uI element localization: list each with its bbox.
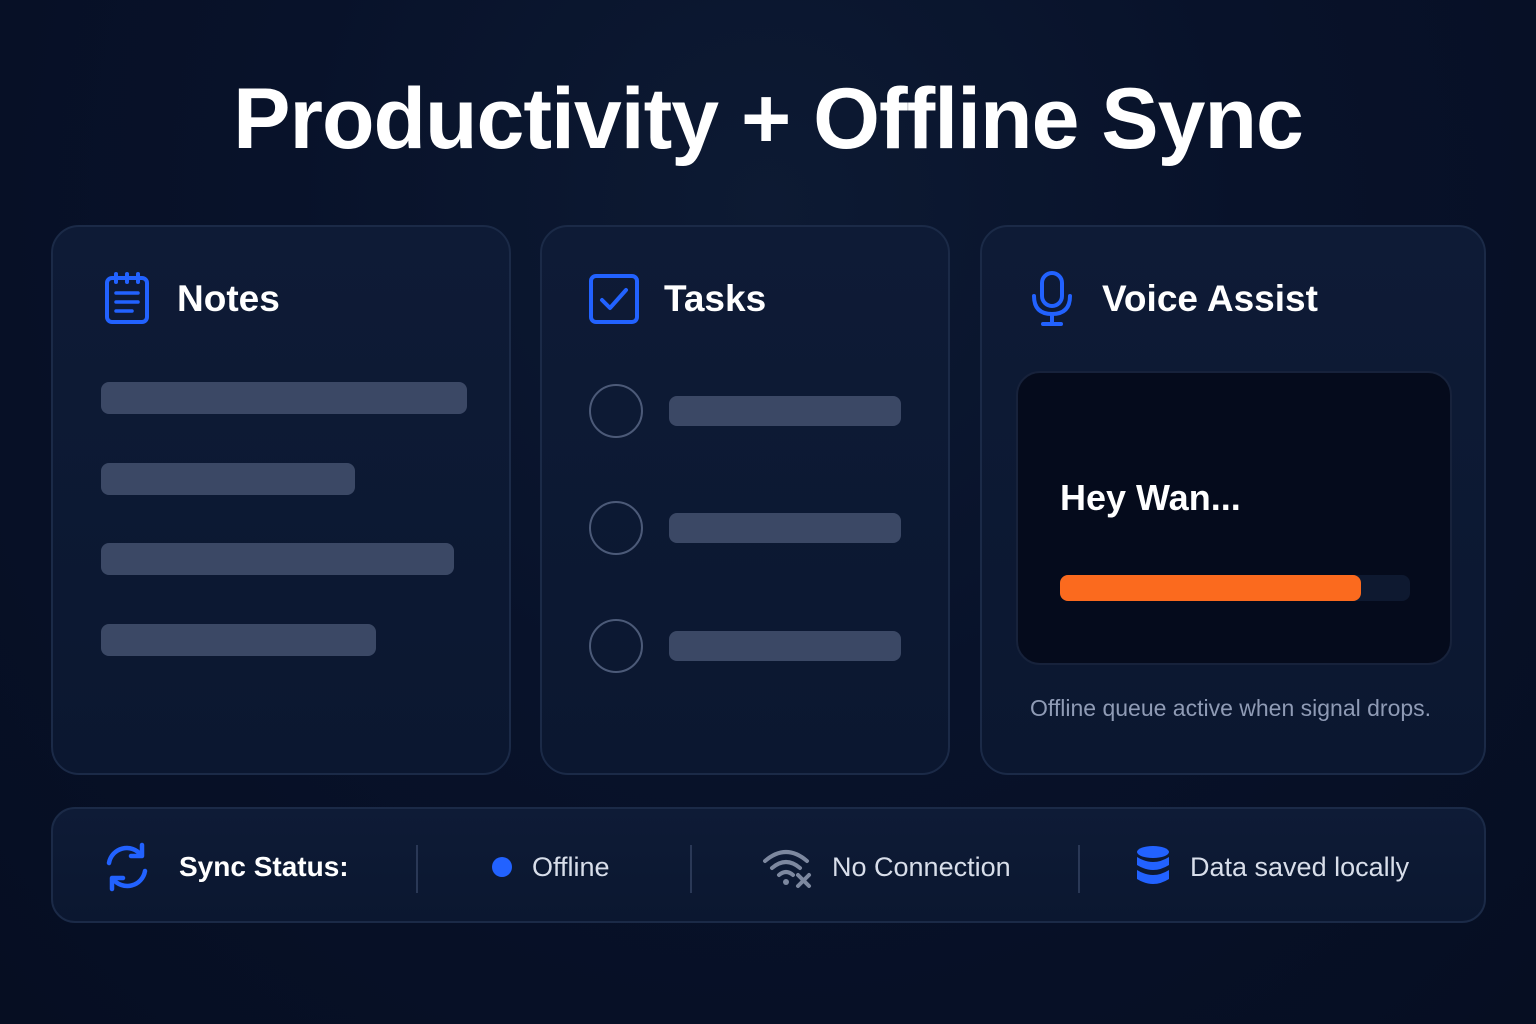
divider [690, 845, 692, 893]
tasks-header: Tasks [588, 273, 766, 325]
task-checkbox[interactable] [589, 501, 643, 555]
voice-assist-card[interactable]: Voice Assist Hey Wan... Offline queue ac… [980, 225, 1486, 775]
notepad-icon [101, 272, 153, 325]
task-checkbox[interactable] [589, 384, 643, 438]
divider [1078, 845, 1080, 893]
status-dot-icon [492, 857, 512, 877]
storage-status: Data saved locally [1134, 809, 1409, 925]
voice-progress-fill [1060, 575, 1361, 601]
notes-card[interactable]: Notes [51, 225, 511, 775]
database-icon [1134, 845, 1172, 889]
connection-status-text: No Connection [832, 851, 1011, 882]
task-checkbox[interactable] [589, 619, 643, 673]
task-text-placeholder [669, 396, 901, 426]
voice-progress-track [1060, 575, 1410, 601]
checkbox-icon [588, 273, 640, 325]
task-item[interactable] [589, 384, 901, 438]
voice-assist-title: Voice Assist [1102, 278, 1318, 319]
offline-status-text: Offline [532, 851, 610, 882]
sync-status-title: Sync Status: [179, 851, 349, 882]
sync-status-bar: Sync Status: Offline No Connection Data … [51, 807, 1486, 923]
tasks-title: Tasks [664, 278, 767, 319]
voice-caption: Offline queue active when signal drops. [1030, 695, 1432, 721]
note-line-placeholder[interactable] [101, 543, 454, 575]
task-text-placeholder [669, 631, 901, 661]
connection-status: No Connection [762, 809, 1011, 925]
task-text-placeholder [669, 513, 901, 543]
note-line-placeholder[interactable] [101, 382, 467, 414]
task-item[interactable] [589, 619, 901, 673]
task-item[interactable] [589, 501, 901, 555]
wifi-off-icon [762, 845, 814, 889]
divider [416, 845, 418, 893]
voice-assist-header: Voice Assist [1026, 271, 1318, 326]
voice-transcript: Hey Wan... [1060, 477, 1241, 518]
voice-transcript-panel: Hey Wan... [1016, 371, 1452, 665]
notes-header: Notes [101, 272, 280, 325]
microphone-icon[interactable] [1026, 271, 1078, 326]
note-line-placeholder[interactable] [101, 624, 376, 656]
notes-title: Notes [177, 278, 280, 319]
page: Productivity + Offline Sync Notes Tasks … [0, 0, 1536, 1024]
offline-status: Offline [492, 809, 610, 925]
sync-status-label-group: Sync Status: [101, 809, 349, 925]
sync-icon[interactable] [101, 841, 153, 893]
tasks-card[interactable]: Tasks [540, 225, 950, 775]
page-title: Productivity + Offline Sync [233, 71, 1304, 167]
note-line-placeholder[interactable] [101, 463, 355, 495]
storage-status-text: Data saved locally [1190, 851, 1410, 882]
